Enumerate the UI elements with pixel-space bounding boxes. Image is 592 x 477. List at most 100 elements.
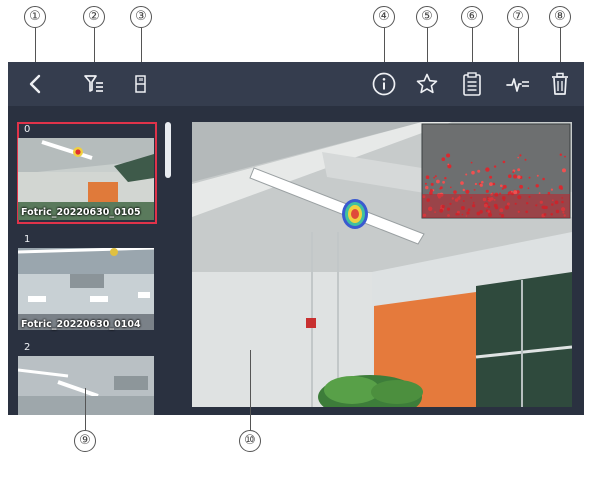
- callout-10: ⑩: [239, 430, 261, 452]
- thermal-speckle: [436, 179, 440, 184]
- thermal-speckle: [485, 167, 490, 172]
- callout-6: ⑥: [461, 6, 483, 28]
- thermal-speckle: [538, 192, 541, 194]
- callout-3: ③: [130, 6, 152, 28]
- report-button[interactable]: [457, 69, 487, 99]
- thermal-speckle: [519, 184, 523, 189]
- thumbnail-image: [18, 356, 154, 415]
- thermal-speckle: [550, 188, 553, 191]
- thermal-speckle: [453, 190, 457, 194]
- callout-1: ①: [24, 6, 46, 28]
- thermal-speckle: [471, 170, 475, 175]
- thermal-speckle: [536, 174, 539, 177]
- thumbnail-item[interactable]: 0 Fotric_20220630_0105: [17, 122, 157, 224]
- thermal-speckle: [562, 168, 566, 173]
- thumbnail-index: 0: [24, 124, 31, 135]
- sd-card-icon: [135, 75, 146, 93]
- callout-4: ④: [373, 6, 395, 28]
- filter-button[interactable]: [79, 69, 109, 99]
- thermal-speckle: [485, 189, 489, 193]
- back-button[interactable]: [20, 69, 50, 99]
- thermal-speckle: [424, 182, 427, 185]
- callout-2: ②: [83, 6, 105, 28]
- info-button[interactable]: [369, 69, 399, 99]
- thumbnail-filename: Fotric_20220630_0104: [21, 319, 141, 330]
- thumbnail-index: 2: [24, 342, 31, 353]
- thermal-speckle: [446, 153, 451, 158]
- thermal-speckle: [517, 168, 521, 172]
- callout-9-leader: [85, 388, 86, 430]
- thermal-speckle: [500, 184, 503, 188]
- thermal-speckle: [474, 182, 477, 186]
- thermal-speckle: [527, 187, 530, 189]
- thermal-speckle: [502, 184, 507, 189]
- callout-10-leader: [250, 350, 251, 430]
- thermal-speckle: [535, 184, 539, 188]
- clipboard-report-icon: [463, 72, 481, 96]
- thermal-speckle: [477, 169, 481, 173]
- callout-7: ⑦: [507, 6, 529, 28]
- callout-9: ⑨: [74, 430, 96, 452]
- thumbnail-item[interactable]: 2: [18, 340, 154, 415]
- favorite-button[interactable]: [412, 69, 442, 99]
- callout-8: ⑧: [549, 6, 571, 28]
- thermal-speckle: [439, 186, 443, 190]
- thermal-speckle: [493, 165, 497, 168]
- thumbnail-scrollbar[interactable]: [165, 122, 171, 178]
- thermal-speckle: [489, 175, 493, 179]
- thermal-speckle: [473, 189, 476, 191]
- thermal-speckle: [492, 182, 496, 186]
- thermal-speckle: [447, 163, 450, 166]
- thumbnail-filename: Fotric_20220630_0105: [21, 207, 141, 218]
- trash-icon: [552, 72, 568, 95]
- filter-list-icon: [84, 75, 103, 92]
- thermal-speckle: [433, 176, 436, 179]
- thermal-speckle: [450, 186, 452, 189]
- thermal-speckle: [434, 175, 437, 178]
- gallery-app: 0 Fotric_20220630_0105 1 Fotric_20220630…: [8, 62, 584, 415]
- thermal-speckle: [441, 157, 446, 161]
- thermal-speckle: [524, 158, 527, 161]
- main-image-viewer[interactable]: [192, 122, 572, 407]
- callout-5: ⑤: [416, 6, 438, 28]
- thermal-speckle: [460, 181, 464, 185]
- thumbnail-index: 1: [24, 234, 31, 245]
- thermal-speckle: [542, 177, 545, 181]
- thermal-speckle: [489, 182, 493, 186]
- thermal-speckle: [481, 180, 484, 184]
- thumbnail-item[interactable]: 1 Fotric_20220630_0104: [18, 232, 154, 336]
- thumbnail-image: [18, 248, 154, 330]
- thermal-speckle: [430, 182, 434, 186]
- thermal-speckle: [465, 189, 470, 194]
- thermal-speckle: [511, 190, 513, 193]
- storage-button[interactable]: [126, 69, 156, 99]
- thermal-speckle: [425, 175, 430, 179]
- thermal-speckle: [465, 173, 468, 176]
- thermal-speckle: [519, 154, 522, 157]
- thermal-speckle: [442, 180, 445, 184]
- thermal-speckle: [508, 174, 512, 178]
- thermal-speckle: [528, 176, 531, 179]
- analysis-button[interactable]: [503, 69, 533, 99]
- top-toolbar: [8, 62, 584, 106]
- thumbnail-list[interactable]: 0 Fotric_20220630_0105 1 Fotric_20220630…: [8, 106, 178, 415]
- info-circle-icon: [372, 72, 396, 96]
- thermal-speckle: [512, 171, 515, 174]
- thermal-speckle: [425, 185, 429, 190]
- thermal-speckle: [470, 161, 473, 164]
- chevron-left-icon: [29, 74, 41, 94]
- thermal-speckle: [517, 156, 519, 159]
- waveform-analysis-icon: [506, 78, 529, 92]
- star-outline-icon: [416, 73, 438, 94]
- thermal-speckle: [462, 188, 465, 192]
- thermal-speckle: [558, 185, 563, 190]
- thermal-speckle: [444, 177, 447, 180]
- delete-button[interactable]: [545, 69, 575, 99]
- thermal-speckle: [517, 175, 521, 179]
- thermal-speckle: [559, 153, 562, 156]
- thermal-speckle: [513, 174, 518, 179]
- thermal-speckle: [564, 155, 566, 158]
- thermal-speckle: [502, 160, 506, 164]
- thermal-speckle: [479, 183, 483, 187]
- thermal-speckle: [430, 188, 433, 192]
